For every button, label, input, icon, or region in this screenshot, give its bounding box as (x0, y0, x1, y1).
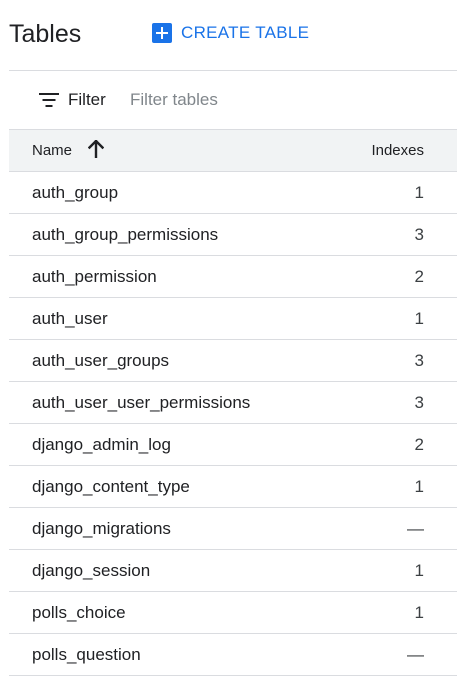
indexes-count-cell: 3 (414, 350, 424, 370)
table-name-cell[interactable]: polls_choice (9, 592, 340, 634)
table-row[interactable]: auth_group_permissions 3 (9, 214, 457, 256)
indexes-column-header[interactable]: Indexes (340, 130, 457, 172)
indexes-count-cell: 1 (414, 476, 424, 496)
table-row[interactable]: auth_user_groups 3 (9, 340, 457, 382)
table-row[interactable]: django_content_type 1 (9, 466, 457, 508)
table-name-cell[interactable]: auth_group_permissions (9, 214, 340, 256)
table-name-cell[interactable]: auth_group (9, 172, 340, 214)
indexes-count-cell: 1 (414, 602, 424, 622)
table-row[interactable]: auth_group 1 (9, 172, 457, 214)
filter-list-icon (39, 93, 59, 107)
table-row[interactable]: polls_choice 1 (9, 592, 457, 634)
indexes-count-cell: 3 (414, 392, 424, 412)
table-name-cell[interactable]: auth_user_user_permissions (9, 382, 340, 424)
indexes-count-cell: — (407, 518, 424, 538)
table-row[interactable]: auth_permission 2 (9, 256, 457, 298)
filter-bar: Filter (9, 71, 457, 129)
table-name-cell[interactable]: django_admin_log (9, 424, 340, 466)
table-row[interactable]: django_admin_log 2 (9, 424, 457, 466)
filter-button[interactable]: Filter (39, 90, 106, 110)
add-box-icon (152, 23, 172, 43)
table-row[interactable]: auth_user 1 (9, 298, 457, 340)
indexes-count-cell: 1 (414, 308, 424, 328)
table-row[interactable]: polls_question — (9, 634, 457, 676)
create-table-button[interactable]: CREATE TABLE (152, 23, 309, 43)
table-name-cell[interactable]: auth_user_groups (9, 340, 340, 382)
indexes-count-cell: 3 (414, 224, 424, 244)
table-row[interactable]: django_migrations — (9, 508, 457, 550)
name-column-header[interactable]: Name (9, 130, 340, 172)
arrow-upward-icon (87, 138, 105, 162)
create-table-label: CREATE TABLE (181, 23, 310, 42)
indexes-count-cell: 1 (414, 560, 424, 580)
indexes-count-cell: — (407, 644, 424, 664)
page-title: Tables (9, 20, 82, 48)
indexes-column-label: Indexes (371, 142, 424, 159)
table-name-cell[interactable]: auth_permission (9, 256, 340, 298)
name-column-label: Name (32, 141, 73, 159)
table-row[interactable]: auth_user_user_permissions 3 (9, 382, 457, 424)
table-header-row: Name Indexes (9, 129, 457, 172)
indexes-count-cell: 2 (414, 434, 424, 454)
tables-table: Name Indexes auth_group 1 auth_group_permi… (9, 129, 457, 676)
table-name-cell[interactable]: polls_question (9, 634, 340, 676)
table-name-cell[interactable]: django_session (9, 550, 340, 592)
table-name-cell[interactable]: django_content_type (9, 466, 340, 508)
page-header: Tables CREATE TABLE (9, 0, 457, 71)
table-name-cell[interactable]: auth_user (9, 298, 340, 340)
table-row[interactable]: django_session 1 (9, 550, 457, 592)
indexes-count-cell: 1 (414, 182, 424, 202)
filter-label: Filter (68, 90, 106, 109)
indexes-count-cell: 2 (414, 266, 424, 286)
filter-tables-input[interactable] (130, 87, 430, 113)
table-name-cell[interactable]: django_migrations (9, 508, 340, 550)
